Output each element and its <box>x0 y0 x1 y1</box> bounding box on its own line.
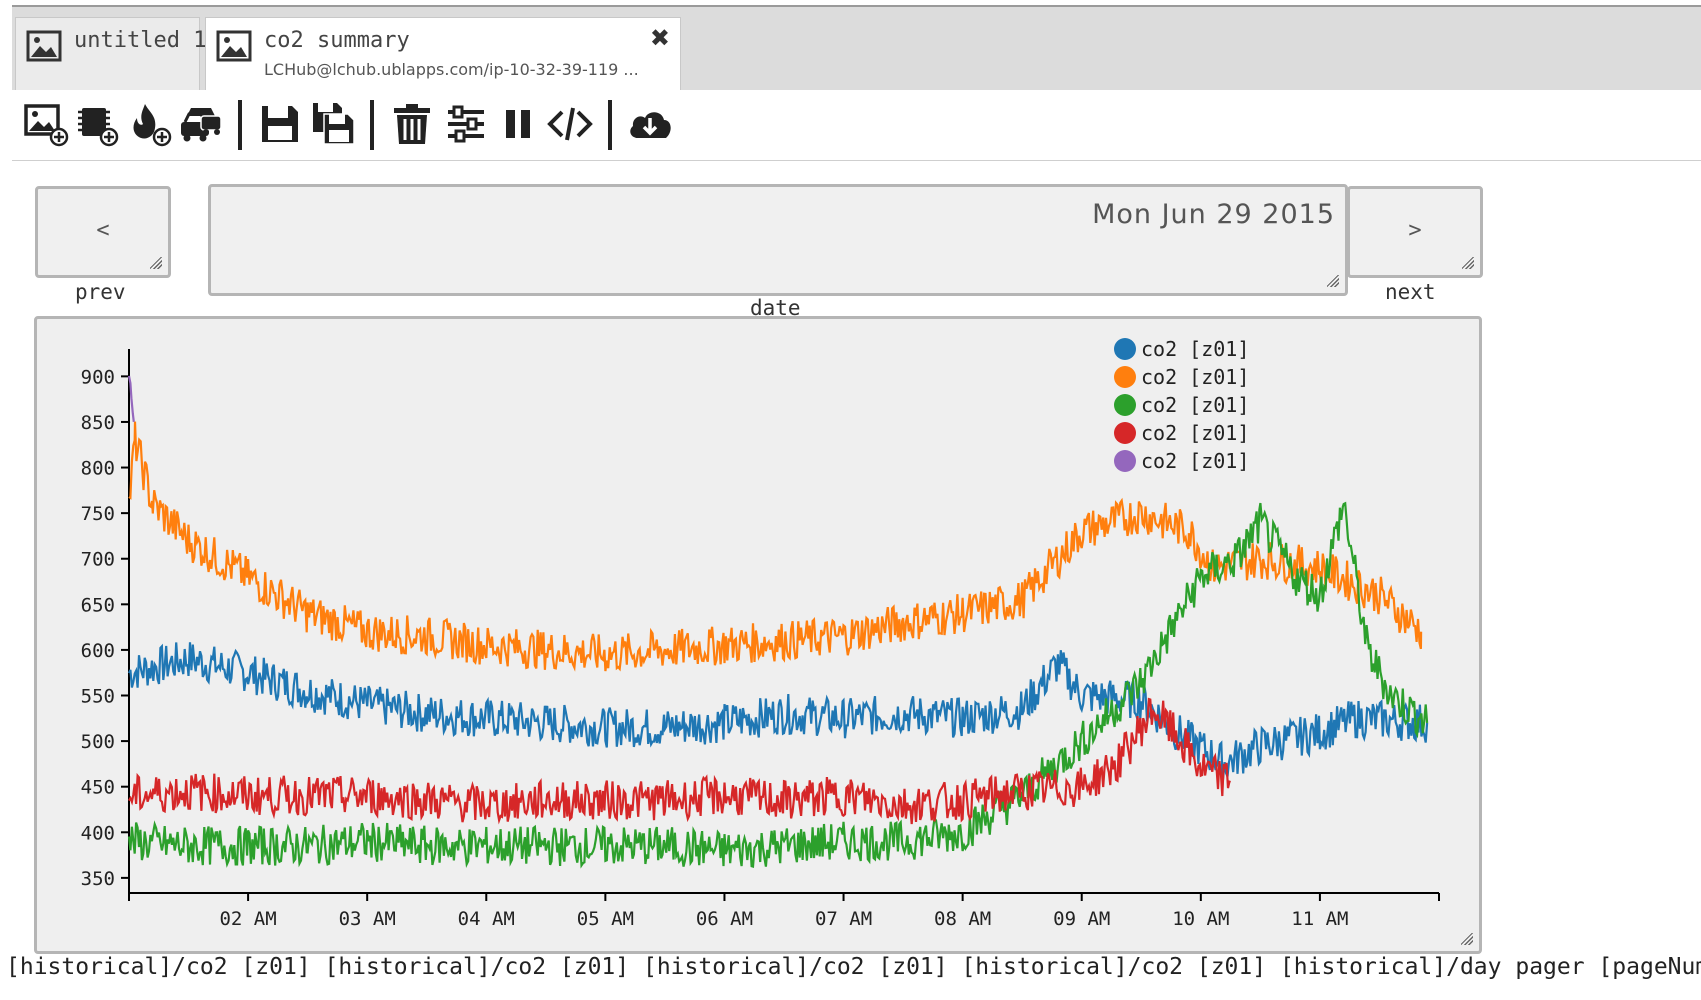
y-tick-label: 850 <box>81 412 115 434</box>
image-icon <box>216 30 252 66</box>
legend-label: co2 [z01] <box>1141 337 1249 361</box>
pause-icon <box>506 110 530 138</box>
y-tick-label: 650 <box>81 594 115 616</box>
x-tick-label: 10 AM <box>1172 908 1229 930</box>
image-icon <box>26 30 62 66</box>
prev-caption: prev <box>75 280 126 304</box>
x-tick-label: 11 AM <box>1291 908 1348 930</box>
x-tick-label: 08 AM <box>934 908 991 930</box>
tab-co2-summary[interactable]: co2 summary LCHub@lchub.ublapps.com/ip-1… <box>205 17 681 91</box>
save-all-button[interactable] <box>310 100 358 148</box>
tab-title: co2 summary <box>264 28 410 53</box>
cloud-download-icon <box>630 112 671 138</box>
y-tick-label: 550 <box>81 686 115 708</box>
x-tick-label: 06 AM <box>696 908 753 930</box>
save-icon <box>262 106 298 142</box>
code-button[interactable] <box>546 100 594 148</box>
next-button-label: > <box>1408 218 1422 243</box>
save-all-icon <box>313 103 355 145</box>
toolbar-separator <box>608 100 612 150</box>
prev-button-label: < <box>96 218 110 243</box>
co2-line-chart: 350 400 450 500 550 600 650 700 750 800 850 900 02 A… <box>81 337 1440 930</box>
traffic-icon <box>181 108 222 142</box>
add-device-icon <box>78 108 119 147</box>
legend-marker <box>1114 394 1136 416</box>
toolbar-separator <box>370 100 374 150</box>
y-tick-label: 350 <box>81 868 115 890</box>
next-button[interactable]: > <box>1347 186 1483 278</box>
tab-subtitle: LCHub@lchub.ublapps.com/ip-10-32-39-119 … <box>264 60 639 79</box>
tab-bar: untitled 1 co2 summary LCHub@lchub.ublap… <box>12 5 1701 92</box>
next-caption: next <box>1385 280 1436 304</box>
legend-label: co2 [z01] <box>1141 365 1249 389</box>
trash-icon <box>394 104 430 144</box>
resize-handle[interactable] <box>1461 933 1473 945</box>
resize-handle[interactable] <box>1327 275 1339 287</box>
code-icon <box>547 107 593 141</box>
y-tick-label: 900 <box>81 366 115 388</box>
y-tick-label: 500 <box>81 731 115 753</box>
chart-panel: 350 400 450 500 550 600 650 700 750 800 850 900 02 A… <box>34 316 1482 954</box>
legend-marker <box>1114 366 1136 388</box>
footer-bindings: [historical]/co2 [z01] [historical]/co2 … <box>6 954 1701 980</box>
cloud-download-button[interactable] <box>626 100 674 148</box>
x-tick-label: 09 AM <box>1053 908 1110 930</box>
y-tick-label: 800 <box>81 458 115 480</box>
y-tick-label: 600 <box>81 640 115 662</box>
y-tick-label: 400 <box>81 822 115 844</box>
add-device-button[interactable] <box>72 100 120 148</box>
legend-marker <box>1114 338 1136 360</box>
toolbar <box>12 90 1701 161</box>
prev-button[interactable]: < <box>35 186 171 278</box>
toolbar-separator <box>238 100 242 150</box>
tab-untitled[interactable]: untitled 1 <box>15 17 206 91</box>
legend-marker <box>1114 450 1136 472</box>
resize-handle[interactable] <box>1462 257 1474 269</box>
tab-title: untitled 1 <box>74 28 207 53</box>
traffic-button[interactable] <box>177 100 225 148</box>
y-tick-label: 700 <box>81 549 115 571</box>
x-tick-label: 04 AM <box>458 908 515 930</box>
legend-label: co2 [z01] <box>1141 449 1249 473</box>
legend-marker <box>1114 422 1136 444</box>
x-tick-label: 03 AM <box>339 908 396 930</box>
save-button[interactable] <box>256 100 304 148</box>
legend-label: co2 [z01] <box>1141 393 1249 417</box>
add-image-button[interactable] <box>22 100 70 148</box>
add-fire-icon <box>133 104 172 147</box>
sliders-icon <box>448 105 484 143</box>
x-tick-label: 02 AM <box>219 908 276 930</box>
resize-handle[interactable] <box>150 257 162 269</box>
date-value: Mon Jun 29 2015 <box>1092 199 1335 230</box>
y-tick-label: 750 <box>81 503 115 525</box>
y-tick-label: 450 <box>81 777 115 799</box>
series-line <box>127 642 1429 783</box>
x-tick-label: 05 AM <box>577 908 634 930</box>
add-fire-button[interactable] <box>125 100 173 148</box>
settings-button[interactable] <box>442 100 490 148</box>
delete-button[interactable] <box>388 100 436 148</box>
legend-label: co2 [z01] <box>1141 421 1249 445</box>
add-image-icon <box>24 104 69 147</box>
date-field[interactable]: Mon Jun 29 2015 <box>208 184 1348 296</box>
close-icon[interactable]: ✖ <box>650 24 670 52</box>
pause-button[interactable] <box>494 100 542 148</box>
x-tick-label: 07 AM <box>815 908 872 930</box>
